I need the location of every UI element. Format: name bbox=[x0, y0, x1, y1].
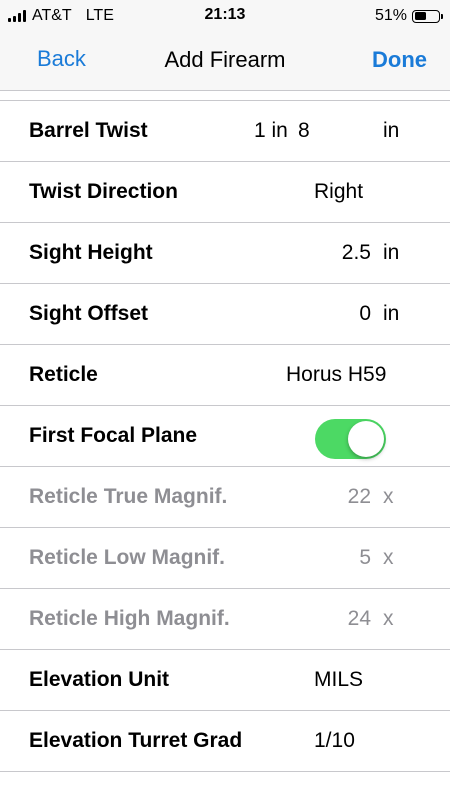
barrel-twist-row[interactable]: Barrel Twist 1 in 8 in bbox=[0, 101, 450, 162]
toggle-knob bbox=[348, 421, 384, 457]
status-bar: AT&T LTE 21:13 51% bbox=[0, 0, 450, 32]
sight-offset-unit: in bbox=[383, 302, 400, 325]
reticle-label: Reticle bbox=[29, 363, 98, 386]
sight-offset-input[interactable]: 0 bbox=[359, 302, 371, 326]
sight-height-row[interactable]: Sight Height 2.5 in bbox=[0, 223, 450, 284]
reticle-low-magnif-label: Reticle Low Magnif. bbox=[29, 546, 226, 569]
reticle-value[interactable]: Horus H59 bbox=[286, 363, 386, 387]
battery-icon bbox=[412, 9, 443, 23]
barrel-twist-label: Barrel Twist bbox=[29, 119, 148, 142]
reticle-low-magnif-unit: x bbox=[383, 546, 394, 569]
elevation-unit-row[interactable]: Elevation Unit MILS bbox=[0, 650, 450, 711]
elevation-unit-label: Elevation Unit bbox=[29, 668, 170, 691]
reticle-high-magnif-input[interactable]: 24 bbox=[348, 607, 371, 631]
reticle-row[interactable]: Reticle Horus H59 bbox=[0, 345, 450, 406]
first-focal-plane-label: First Focal Plane bbox=[29, 424, 198, 447]
navigation-bar: Back Add Firearm Done bbox=[0, 32, 450, 91]
sight-offset-label: Sight Offset bbox=[29, 302, 148, 325]
reticle-low-magnif-input[interactable]: 5 bbox=[359, 546, 371, 570]
reticle-high-magnif-row[interactable]: Reticle High Magnif. 24 x bbox=[0, 589, 450, 650]
barrel-twist-input[interactable]: 8 bbox=[298, 119, 310, 143]
sight-height-unit: in bbox=[383, 241, 400, 264]
elevation-turret-grad-row[interactable]: Elevation Turret Grad 1/10 bbox=[0, 711, 450, 772]
twist-direction-label: Twist Direction bbox=[29, 180, 178, 203]
reticle-true-magnif-row[interactable]: Reticle True Magnif. 22 x bbox=[0, 467, 450, 528]
battery-status: 51% bbox=[374, 7, 443, 25]
sight-height-label: Sight Height bbox=[29, 241, 153, 264]
sight-height-input[interactable]: 2.5 bbox=[342, 241, 371, 265]
sight-offset-row[interactable]: Sight Offset 0 in bbox=[0, 284, 450, 345]
reticle-true-magnif-input[interactable]: 22 bbox=[348, 485, 371, 509]
twist-direction-row[interactable]: Twist Direction Right bbox=[0, 162, 450, 223]
first-focal-plane-toggle[interactable] bbox=[315, 419, 386, 459]
reticle-true-magnif-unit: x bbox=[383, 485, 394, 508]
twist-direction-value[interactable]: Right bbox=[314, 180, 363, 204]
elevation-turret-grad-label: Elevation Turret Grad bbox=[29, 729, 243, 752]
reticle-high-magnif-label: Reticle High Magnif. bbox=[29, 607, 230, 630]
elevation-unit-value[interactable]: MILS bbox=[314, 668, 363, 692]
elevation-turret-grad-value[interactable]: 1/10 bbox=[314, 729, 355, 753]
battery-percent: 51% bbox=[374, 7, 407, 24]
reticle-low-magnif-row[interactable]: Reticle Low Magnif. 5 x bbox=[0, 528, 450, 589]
reticle-true-magnif-label: Reticle True Magnif. bbox=[29, 485, 228, 508]
barrel-twist-prefix: 1 in bbox=[254, 119, 288, 142]
done-button[interactable]: Done bbox=[372, 47, 427, 73]
reticle-high-magnif-unit: x bbox=[383, 607, 394, 630]
barrel-twist-unit: in bbox=[383, 119, 400, 142]
firearm-settings-list: Barrel Twist 1 in 8 in Twist Direction R… bbox=[0, 100, 450, 772]
first-focal-plane-row: First Focal Plane bbox=[0, 406, 450, 467]
